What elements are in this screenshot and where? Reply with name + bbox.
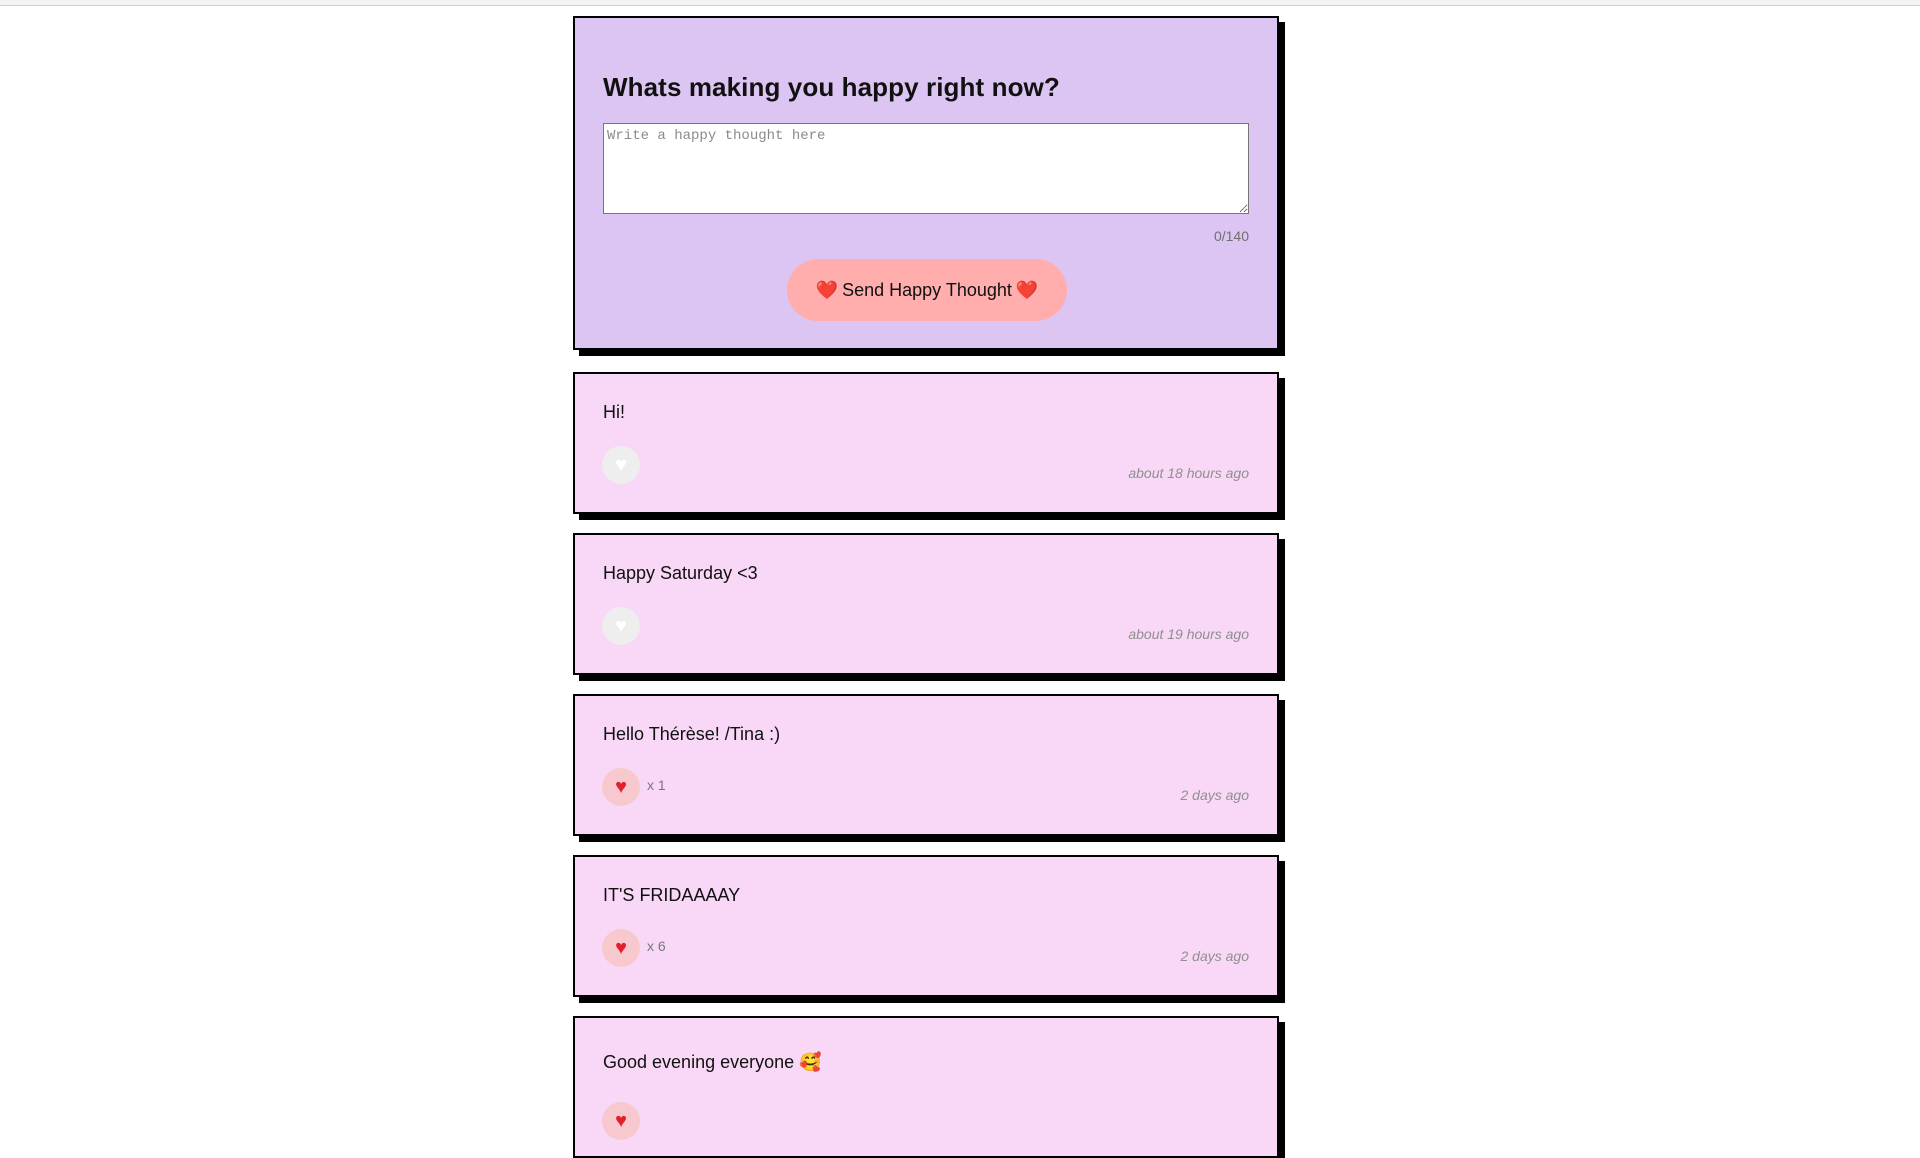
heart-icon: ♥	[615, 936, 627, 959]
like-button[interactable]: ♥	[602, 446, 640, 484]
thought-message: Good evening everyone 🥰	[603, 1052, 822, 1072]
send-button-label: Send Happy Thought	[842, 279, 1012, 300]
thought-card: Hi! ♥ about 18 hours ago	[573, 372, 1279, 514]
heart-icon: ♥	[615, 453, 627, 476]
heart-icon: ♥	[615, 614, 627, 637]
thought-message: Hi!	[603, 402, 625, 422]
thought-message: Hello Thérèse! /Tina :)	[603, 724, 781, 744]
thought-message: Happy Saturday <3	[603, 563, 758, 583]
heart-icon: ❤️	[1015, 279, 1039, 300]
thought-input[interactable]	[603, 123, 1249, 214]
like-button[interactable]: ♥	[602, 607, 640, 645]
like-button[interactable]: ♥	[602, 1102, 640, 1140]
thought-card: Happy Saturday <3 ♥ about 19 hours ago	[573, 533, 1279, 675]
browser-top-rule	[0, 0, 1920, 6]
thought-card: IT'S FRIDAAAAY ♥ x 6 2 days ago	[573, 855, 1279, 997]
happy-thoughts-feed: Whats making you happy right now? 0/140 …	[573, 16, 1279, 1158]
thought-timestamp: about 18 hours ago	[1128, 465, 1249, 481]
thought-card: Good evening everyone 🥰 ♥	[573, 1016, 1279, 1158]
like-button[interactable]: ♥	[602, 929, 640, 967]
thought-timestamp: 2 days ago	[1180, 787, 1250, 803]
like-count: x 6	[647, 938, 666, 954]
thought-timestamp: 2 days ago	[1180, 948, 1250, 964]
form-title: Whats making you happy right now?	[603, 72, 1060, 102]
heart-icon: ♥	[615, 775, 627, 798]
like-count: x 1	[647, 777, 666, 793]
heart-icon: ♥	[615, 1109, 627, 1132]
heart-icon: ❤️	[815, 279, 839, 300]
thought-timestamp: about 19 hours ago	[1128, 626, 1249, 642]
new-thought-form: Whats making you happy right now? 0/140 …	[573, 16, 1279, 350]
send-thought-button[interactable]: ❤️ Send Happy Thought ❤️	[787, 259, 1067, 321]
like-button[interactable]: ♥	[602, 768, 640, 806]
thought-message: IT'S FRIDAAAAY	[603, 885, 741, 905]
character-counter: 0/140	[1213, 228, 1249, 244]
thought-card: Hello Thérèse! /Tina :) ♥ x 1 2 days ago	[573, 694, 1279, 836]
